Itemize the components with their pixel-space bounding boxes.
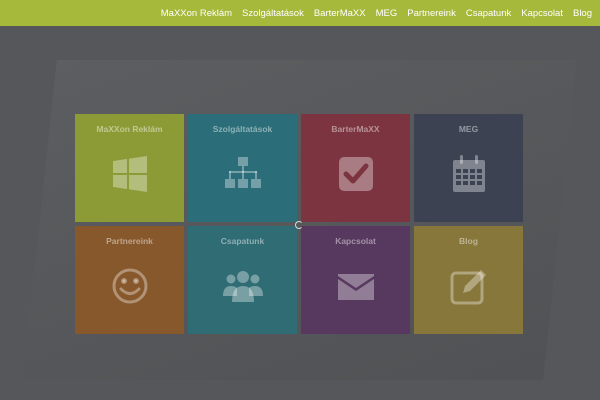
tile-title: Kapcsolat bbox=[335, 236, 376, 246]
tile-csapatunk[interactable]: Csapatunk bbox=[188, 226, 297, 334]
tile-title: Blog bbox=[459, 236, 478, 246]
envelope-icon bbox=[336, 266, 376, 306]
nav-item-bartermaxx[interactable]: BarterMaXX bbox=[314, 8, 366, 19]
tile-maxxon-reklam[interactable]: MaXXon Reklám bbox=[75, 114, 184, 222]
tile-title: Szolgáltatások bbox=[212, 124, 273, 134]
tile-szolgaltatasok[interactable]: Szolgáltatások bbox=[188, 114, 297, 222]
nav-item-maxxon-reklam[interactable]: MaXXon Reklám bbox=[161, 8, 232, 19]
tile-title: Csapatunk bbox=[220, 236, 265, 246]
nav-item-meg[interactable]: MEG bbox=[376, 8, 398, 19]
nav-item-kapcsolat[interactable]: Kapcsolat bbox=[521, 8, 563, 19]
nav-item-blog[interactable]: Blog bbox=[573, 8, 592, 19]
nav-item-partnereink[interactable]: Partnereink bbox=[407, 8, 456, 19]
calendar-icon bbox=[449, 154, 489, 194]
tile-bartermaxx[interactable]: BarterMaXX bbox=[301, 114, 410, 222]
group-icon bbox=[222, 266, 263, 306]
top-navigation: MaXXon Reklám Szolgáltatások BarterMaXX … bbox=[0, 0, 600, 26]
tile-partnereink[interactable]: Partnereink bbox=[75, 226, 184, 334]
windows-icon bbox=[110, 154, 150, 194]
tile-title: BarterMaXX bbox=[331, 124, 380, 134]
tile-meg[interactable]: MEG bbox=[414, 114, 523, 222]
tile-title: Partnereink bbox=[106, 236, 153, 246]
check-square-icon bbox=[336, 154, 376, 194]
smile-icon bbox=[110, 266, 150, 306]
tile-kapcsolat[interactable]: Kapcsolat bbox=[301, 226, 410, 334]
nav-item-szolgaltatasok[interactable]: Szolgáltatások bbox=[242, 8, 304, 19]
nav-item-csapatunk[interactable]: Csapatunk bbox=[466, 8, 511, 19]
tile-title: MaXXon Reklám bbox=[96, 124, 163, 134]
loading-spinner bbox=[295, 221, 303, 229]
sitemap-icon bbox=[223, 154, 263, 194]
tile-blog[interactable]: Blog bbox=[414, 226, 523, 334]
edit-icon bbox=[449, 266, 489, 306]
tile-title: MEG bbox=[458, 124, 479, 134]
